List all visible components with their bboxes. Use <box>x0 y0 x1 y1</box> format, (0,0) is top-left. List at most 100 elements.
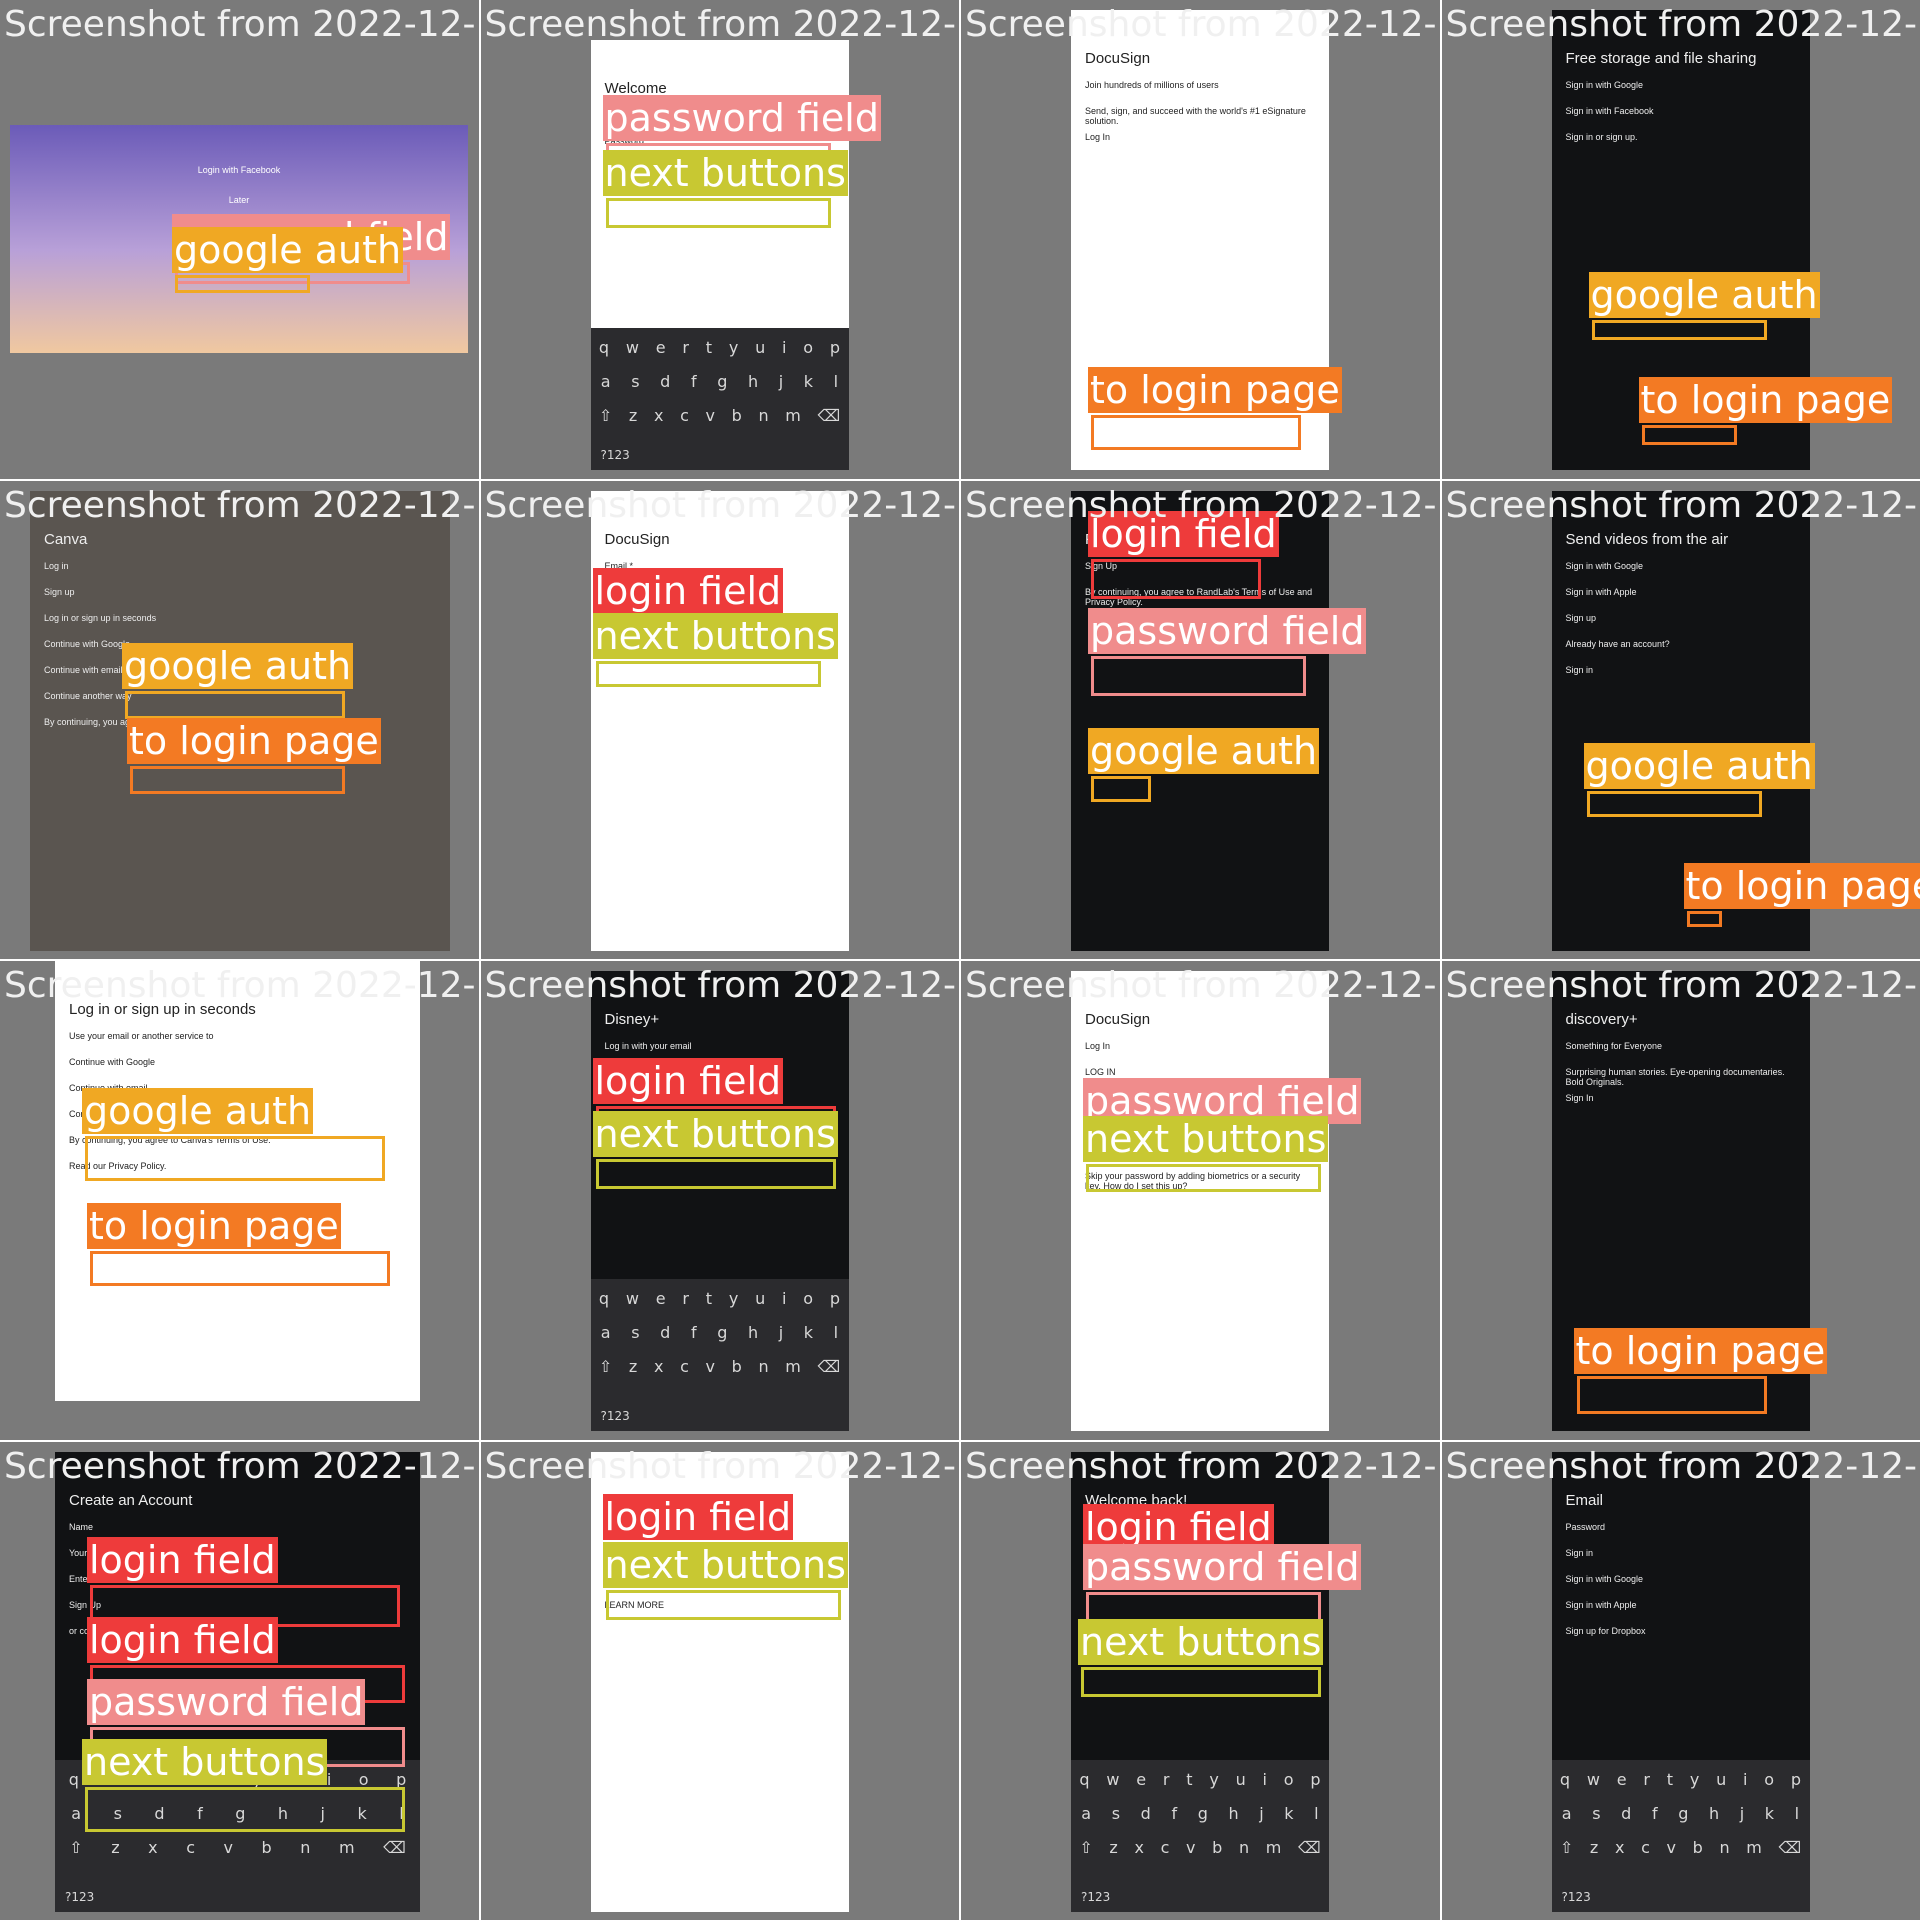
keyboard-key[interactable]: p <box>830 1289 840 1308</box>
keyboard-key[interactable]: v <box>706 406 715 425</box>
keyboard-key[interactable]: j <box>779 1323 783 1342</box>
keyboard-key[interactable]: k <box>1284 1804 1293 1823</box>
keyboard-key[interactable]: i <box>1263 1770 1267 1789</box>
keyboard-key[interactable]: u <box>755 1289 765 1308</box>
keyboard[interactable]: qwertyuiop a s d f g h j k l ⇧ zxcvbnm ⌫ ?123 <box>590 328 849 470</box>
keyboard-key[interactable]: ⇧ <box>1560 1838 1573 1857</box>
keyboard-key[interactable]: ⌫ <box>1298 1838 1321 1857</box>
keyboard-key[interactable]: f <box>691 1323 697 1342</box>
keyboard-key[interactable]: n <box>758 406 768 425</box>
keyboard-key[interactable]: y <box>729 338 738 357</box>
keyboard-key[interactable]: ⇧ <box>599 1357 612 1376</box>
keyboard-key[interactable]: t <box>706 1289 712 1308</box>
keyboard-key[interactable]: ⌫ <box>818 1357 841 1376</box>
keyboard-key[interactable]: h <box>1228 1804 1238 1823</box>
keyboard-key[interactable]: b <box>262 1838 272 1857</box>
keyboard-key[interactable]: x <box>1615 1838 1624 1857</box>
keyboard-key[interactable]: n <box>1719 1838 1729 1857</box>
keyboard-key[interactable]: ⇧ <box>69 1838 82 1857</box>
keyboard-key[interactable]: l <box>1314 1804 1318 1823</box>
keyboard-key[interactable]: a <box>601 1323 611 1342</box>
keyboard[interactable]: qwertyuiop a s d f g h j k l ⇧ zxcvbnm ⌫ ?123 <box>590 1279 849 1431</box>
keyboard-key[interactable]: m <box>339 1838 355 1857</box>
keyboard-key-symbols[interactable]: ?123 <box>65 1890 94 1904</box>
keyboard-key-symbols[interactable]: ?123 <box>1081 1890 1110 1904</box>
keyboard-key[interactable]: c <box>1161 1838 1170 1857</box>
keyboard-key[interactable]: c <box>1641 1838 1650 1857</box>
keyboard-key[interactable]: ⌫ <box>383 1838 406 1857</box>
keyboard-key[interactable]: b <box>1212 1838 1222 1857</box>
keyboard-key[interactable]: h <box>748 1323 758 1342</box>
keyboard-key[interactable]: z <box>629 1357 637 1376</box>
keyboard-key[interactable]: q <box>599 1289 609 1308</box>
keyboard-key[interactable]: p <box>830 338 840 357</box>
keyboard-key[interactable]: w <box>1587 1770 1600 1789</box>
keyboard-key[interactable]: v <box>1186 1838 1195 1857</box>
keyboard-key[interactable]: o <box>803 1289 813 1308</box>
keyboard-key[interactable]: f <box>1171 1804 1177 1823</box>
keyboard-key[interactable]: u <box>755 338 765 357</box>
keyboard-key[interactable]: l <box>834 1323 838 1342</box>
keyboard-key[interactable]: d <box>1141 1804 1151 1823</box>
keyboard-key[interactable]: ⇧ <box>1079 1838 1092 1857</box>
keyboard-key[interactable]: x <box>1134 1838 1143 1857</box>
keyboard-key[interactable]: n <box>300 1838 310 1857</box>
keyboard-key[interactable]: y <box>729 1289 738 1308</box>
keyboard-key[interactable]: o <box>1284 1770 1294 1789</box>
keyboard-key[interactable]: g <box>717 372 727 391</box>
keyboard-key[interactable]: s <box>631 372 639 391</box>
keyboard-key[interactable]: q <box>599 338 609 357</box>
keyboard-key[interactable]: b <box>1693 1838 1703 1857</box>
keyboard-key[interactable]: t <box>1667 1770 1673 1789</box>
keyboard-key[interactable]: z <box>629 406 637 425</box>
keyboard-key[interactable]: o <box>1764 1770 1774 1789</box>
keyboard-key[interactable]: c <box>680 406 689 425</box>
keyboard-key[interactable]: g <box>1678 1804 1688 1823</box>
keyboard-key[interactable]: x <box>654 406 663 425</box>
keyboard-key[interactable]: r <box>682 1289 689 1308</box>
keyboard-key[interactable]: z <box>1109 1838 1117 1857</box>
keyboard-key[interactable]: y <box>1690 1770 1699 1789</box>
keyboard[interactable]: qwertyuiop a s d f g h j k l ⇧ zxcvbnm ⌫ ?123 <box>1071 1759 1329 1912</box>
keyboard-key[interactable]: f <box>1652 1804 1658 1823</box>
keyboard-key[interactable]: w <box>626 338 639 357</box>
keyboard-key[interactable]: e <box>656 1289 666 1308</box>
keyboard-key[interactable]: g <box>717 1323 727 1342</box>
keyboard-key[interactable]: j <box>779 372 783 391</box>
keyboard-key[interactable]: v <box>224 1838 233 1857</box>
keyboard-key[interactable]: e <box>656 338 666 357</box>
keyboard-key[interactable]: i <box>1743 1770 1747 1789</box>
keyboard-key[interactable]: j <box>1259 1804 1263 1823</box>
keyboard-key[interactable]: t <box>706 338 712 357</box>
keyboard-key[interactable]: b <box>732 406 742 425</box>
keyboard-key[interactable]: c <box>186 1838 195 1857</box>
keyboard-key[interactable]: h <box>748 372 758 391</box>
keyboard-key[interactable]: q <box>1079 1770 1089 1789</box>
keyboard[interactable]: qwertyuiop a s d f g h j k l ⇧ zxcvbnm ⌫ ?123 <box>1551 1759 1810 1912</box>
keyboard-key[interactable]: s <box>1112 1804 1120 1823</box>
keyboard-key[interactable]: ⌫ <box>1779 1838 1802 1857</box>
keyboard-key[interactable]: p <box>1310 1770 1320 1789</box>
keyboard-key[interactable]: e <box>1617 1770 1627 1789</box>
keyboard-key[interactable]: i <box>782 1289 786 1308</box>
keyboard-key[interactable]: m <box>1746 1838 1762 1857</box>
keyboard-key[interactable]: h <box>1709 1804 1719 1823</box>
keyboard-key[interactable]: r <box>1163 1770 1170 1789</box>
keyboard-key-symbols[interactable]: ?123 <box>1562 1890 1591 1904</box>
keyboard-key[interactable]: ⇧ <box>599 406 612 425</box>
keyboard-key[interactable]: d <box>1621 1804 1631 1823</box>
keyboard-key[interactable]: f <box>691 372 697 391</box>
keyboard-key[interactable]: a <box>601 372 611 391</box>
keyboard-key[interactable]: d <box>660 372 670 391</box>
keyboard-key[interactable]: ⌫ <box>818 406 841 425</box>
keyboard-key[interactable]: k <box>804 1323 813 1342</box>
keyboard-key[interactable]: x <box>148 1838 157 1857</box>
keyboard-key[interactable]: d <box>660 1323 670 1342</box>
keyboard-key-symbols[interactable]: ?123 <box>601 1409 630 1423</box>
keyboard-key[interactable]: p <box>1791 1770 1801 1789</box>
keyboard-key[interactable]: i <box>782 338 786 357</box>
keyboard-key[interactable]: l <box>834 372 838 391</box>
keyboard-key[interactable]: q <box>69 1770 79 1789</box>
keyboard-key[interactable]: a <box>1081 1804 1091 1823</box>
keyboard-key[interactable]: t <box>1186 1770 1192 1789</box>
